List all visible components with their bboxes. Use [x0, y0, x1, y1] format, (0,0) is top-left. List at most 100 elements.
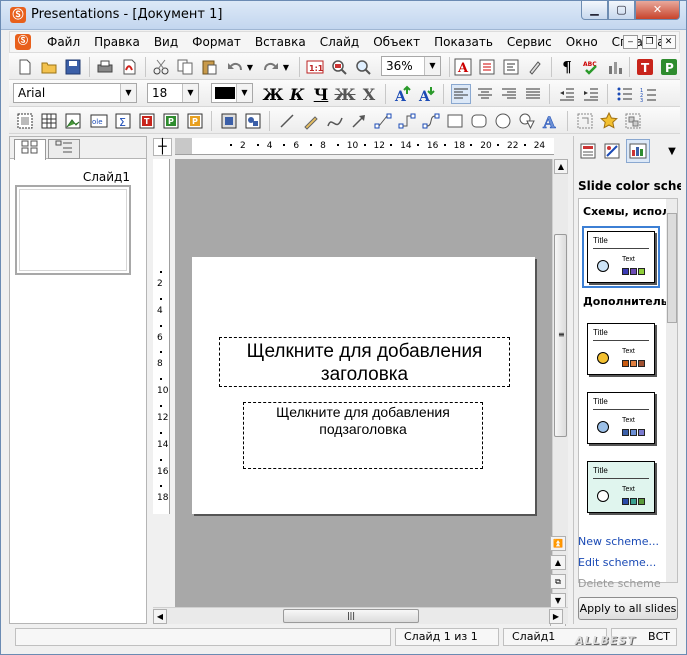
paragraph-marks-icon[interactable]: ¶	[557, 57, 577, 77]
rounded-rectangle-icon[interactable]	[469, 111, 489, 131]
textart-icon[interactable]: A	[541, 111, 561, 131]
menu-file[interactable]: Файл	[40, 35, 87, 50]
scroll-up-icon[interactable]: ▲	[554, 159, 568, 174]
open-folder-icon[interactable]	[39, 57, 59, 77]
textmaker-object-icon[interactable]: T	[137, 111, 157, 131]
slide[interactable]: Щелкните для добавления заголовка Щелкни…	[192, 257, 535, 514]
copy-icon[interactable]	[175, 57, 195, 77]
zoom-fit-icon[interactable]	[329, 57, 349, 77]
outline-tab[interactable]	[48, 139, 80, 159]
increase-indent-icon[interactable]	[581, 84, 601, 104]
bold-button[interactable]: Ж	[263, 84, 284, 104]
decrease-indent-icon[interactable]	[557, 84, 577, 104]
design-icon[interactable]	[602, 141, 622, 161]
autoshape-icon[interactable]	[517, 111, 537, 131]
line-tool-icon[interactable]	[277, 111, 297, 131]
formula-icon[interactable]: Σ	[113, 111, 133, 131]
close-button[interactable]: ✕	[635, 1, 680, 20]
export-pdf-icon[interactable]	[119, 57, 139, 77]
scroll-left-icon[interactable]: ◀	[153, 609, 167, 624]
vertical-scroll-thumb[interactable]: ≡	[554, 234, 567, 437]
scroll-right-icon[interactable]: ▶	[549, 609, 563, 624]
color-scheme-item[interactable]: Title Text	[582, 226, 660, 288]
menu-show[interactable]: Показать	[427, 35, 500, 50]
chart-icon[interactable]	[605, 57, 625, 77]
table-icon[interactable]	[39, 111, 59, 131]
zoom-icon[interactable]	[353, 57, 373, 77]
zoom-select[interactable]: 36% ▼	[381, 56, 441, 76]
elbow-connector-icon[interactable]	[397, 111, 417, 131]
presentations-object-icon[interactable]: P	[185, 111, 205, 131]
freehand-tool-icon[interactable]	[301, 111, 321, 131]
underline-button[interactable]: Ч	[311, 84, 331, 104]
horizontal-scrollbar[interactable]: ◀ ||| ▶	[153, 607, 568, 624]
group-icon[interactable]	[243, 111, 263, 131]
select-frame-icon[interactable]	[15, 111, 35, 131]
ruler-origin[interactable]: ┼	[153, 138, 172, 156]
subtitle-placeholder[interactable]: Щелкните для добавления подзаголовка	[243, 402, 483, 469]
apply-to-all-button[interactable]: Apply to all slides	[578, 597, 678, 620]
font-family-select[interactable]: Arial ▼	[13, 83, 137, 103]
new-document-icon[interactable]	[15, 57, 35, 77]
slide-canvas[interactable]: Щелкните для добавления заголовка Щелкни…	[175, 159, 552, 607]
spellcheck-icon[interactable]: ABC	[581, 57, 601, 77]
ellipse-tool-icon[interactable]	[493, 111, 513, 131]
print-icon[interactable]	[95, 57, 115, 77]
italic-button[interactable]: К	[287, 84, 307, 104]
format-painter-icon[interactable]	[525, 57, 545, 77]
menu-edit[interactable]: Правка	[87, 35, 147, 50]
menu-slide[interactable]: Слайд	[313, 35, 367, 50]
new-scheme-link[interactable]: New scheme...	[578, 535, 659, 548]
actual-size-icon[interactable]: 1:1	[305, 57, 325, 77]
first-slide-icon[interactable]: ⏫	[550, 536, 566, 551]
arrow-tool-icon[interactable]	[349, 111, 369, 131]
undo-dropdown-icon[interactable]: ▼	[245, 57, 255, 77]
redo-dropdown-icon[interactable]: ▼	[281, 57, 291, 77]
vertical-ruler[interactable]: 2 4 6 8 10 12 14 16 18	[153, 159, 170, 514]
align-right-icon[interactable]	[499, 84, 519, 104]
horizontal-ruler[interactable]: 2 4 6 8 10 12 14 16 18 20 22 24	[175, 138, 554, 155]
menu-tools[interactable]: Сервис	[500, 35, 559, 50]
frame-select-icon[interactable]	[575, 111, 595, 131]
picture-icon[interactable]	[63, 111, 83, 131]
doc-minimize-button[interactable]: ‒	[623, 35, 638, 49]
slide-thumbnail[interactable]	[15, 185, 131, 275]
thumbnails-tab[interactable]	[14, 139, 46, 160]
bullets-icon[interactable]	[615, 84, 635, 104]
media-icon[interactable]	[219, 111, 239, 131]
numbering-icon[interactable]: 123	[639, 84, 659, 104]
app-logo-icon[interactable]: Ⓢ	[10, 7, 26, 23]
menu-insert[interactable]: Вставка	[248, 35, 313, 50]
menu-view[interactable]: Вид	[147, 35, 185, 50]
doc-restore-button[interactable]: ❐	[642, 35, 657, 49]
decrease-font-icon[interactable]: A	[417, 84, 437, 104]
menu-format[interactable]: Формат	[185, 35, 248, 50]
title-placeholder[interactable]: Щелкните для добавления заголовка	[219, 337, 510, 387]
curved-connector-icon[interactable]	[421, 111, 441, 131]
scheme-list-scrollbar[interactable]	[666, 199, 677, 582]
maximize-button[interactable]: ▢	[608, 1, 635, 20]
textmaker-icon[interactable]: T	[635, 57, 655, 77]
align-left-icon[interactable]	[451, 84, 471, 104]
effects-star-icon[interactable]	[599, 111, 619, 131]
minimize-button[interactable]: ▁	[581, 1, 608, 20]
horizontal-scroll-thumb[interactable]: |||	[283, 609, 419, 623]
scheme-list-scroll-thumb[interactable]	[667, 213, 677, 323]
menu-window[interactable]: Окно	[559, 35, 605, 50]
previous-slide-icon[interactable]: ▲	[550, 555, 566, 570]
slide-layout-icon[interactable]	[578, 141, 598, 161]
planmaker-object-icon[interactable]: P	[161, 111, 181, 131]
connector-tool-icon[interactable]	[373, 111, 393, 131]
align-center-icon[interactable]	[475, 84, 495, 104]
planmaker-icon[interactable]: P	[659, 57, 679, 77]
color-scheme-icon[interactable]	[626, 139, 650, 163]
edit-scheme-link[interactable]: Edit scheme...	[578, 556, 656, 569]
sidebar-menu-icon[interactable]: ▼	[662, 141, 682, 161]
color-scheme-item[interactable]: Title Text	[587, 461, 655, 513]
redo-icon[interactable]	[261, 57, 281, 77]
color-scheme-item[interactable]: Title Text	[587, 323, 655, 375]
ole-object-icon[interactable]: ole	[89, 111, 109, 131]
curve-tool-icon[interactable]	[325, 111, 345, 131]
group-objects-icon[interactable]	[623, 111, 643, 131]
doc-close-button[interactable]: ✕	[661, 35, 676, 49]
